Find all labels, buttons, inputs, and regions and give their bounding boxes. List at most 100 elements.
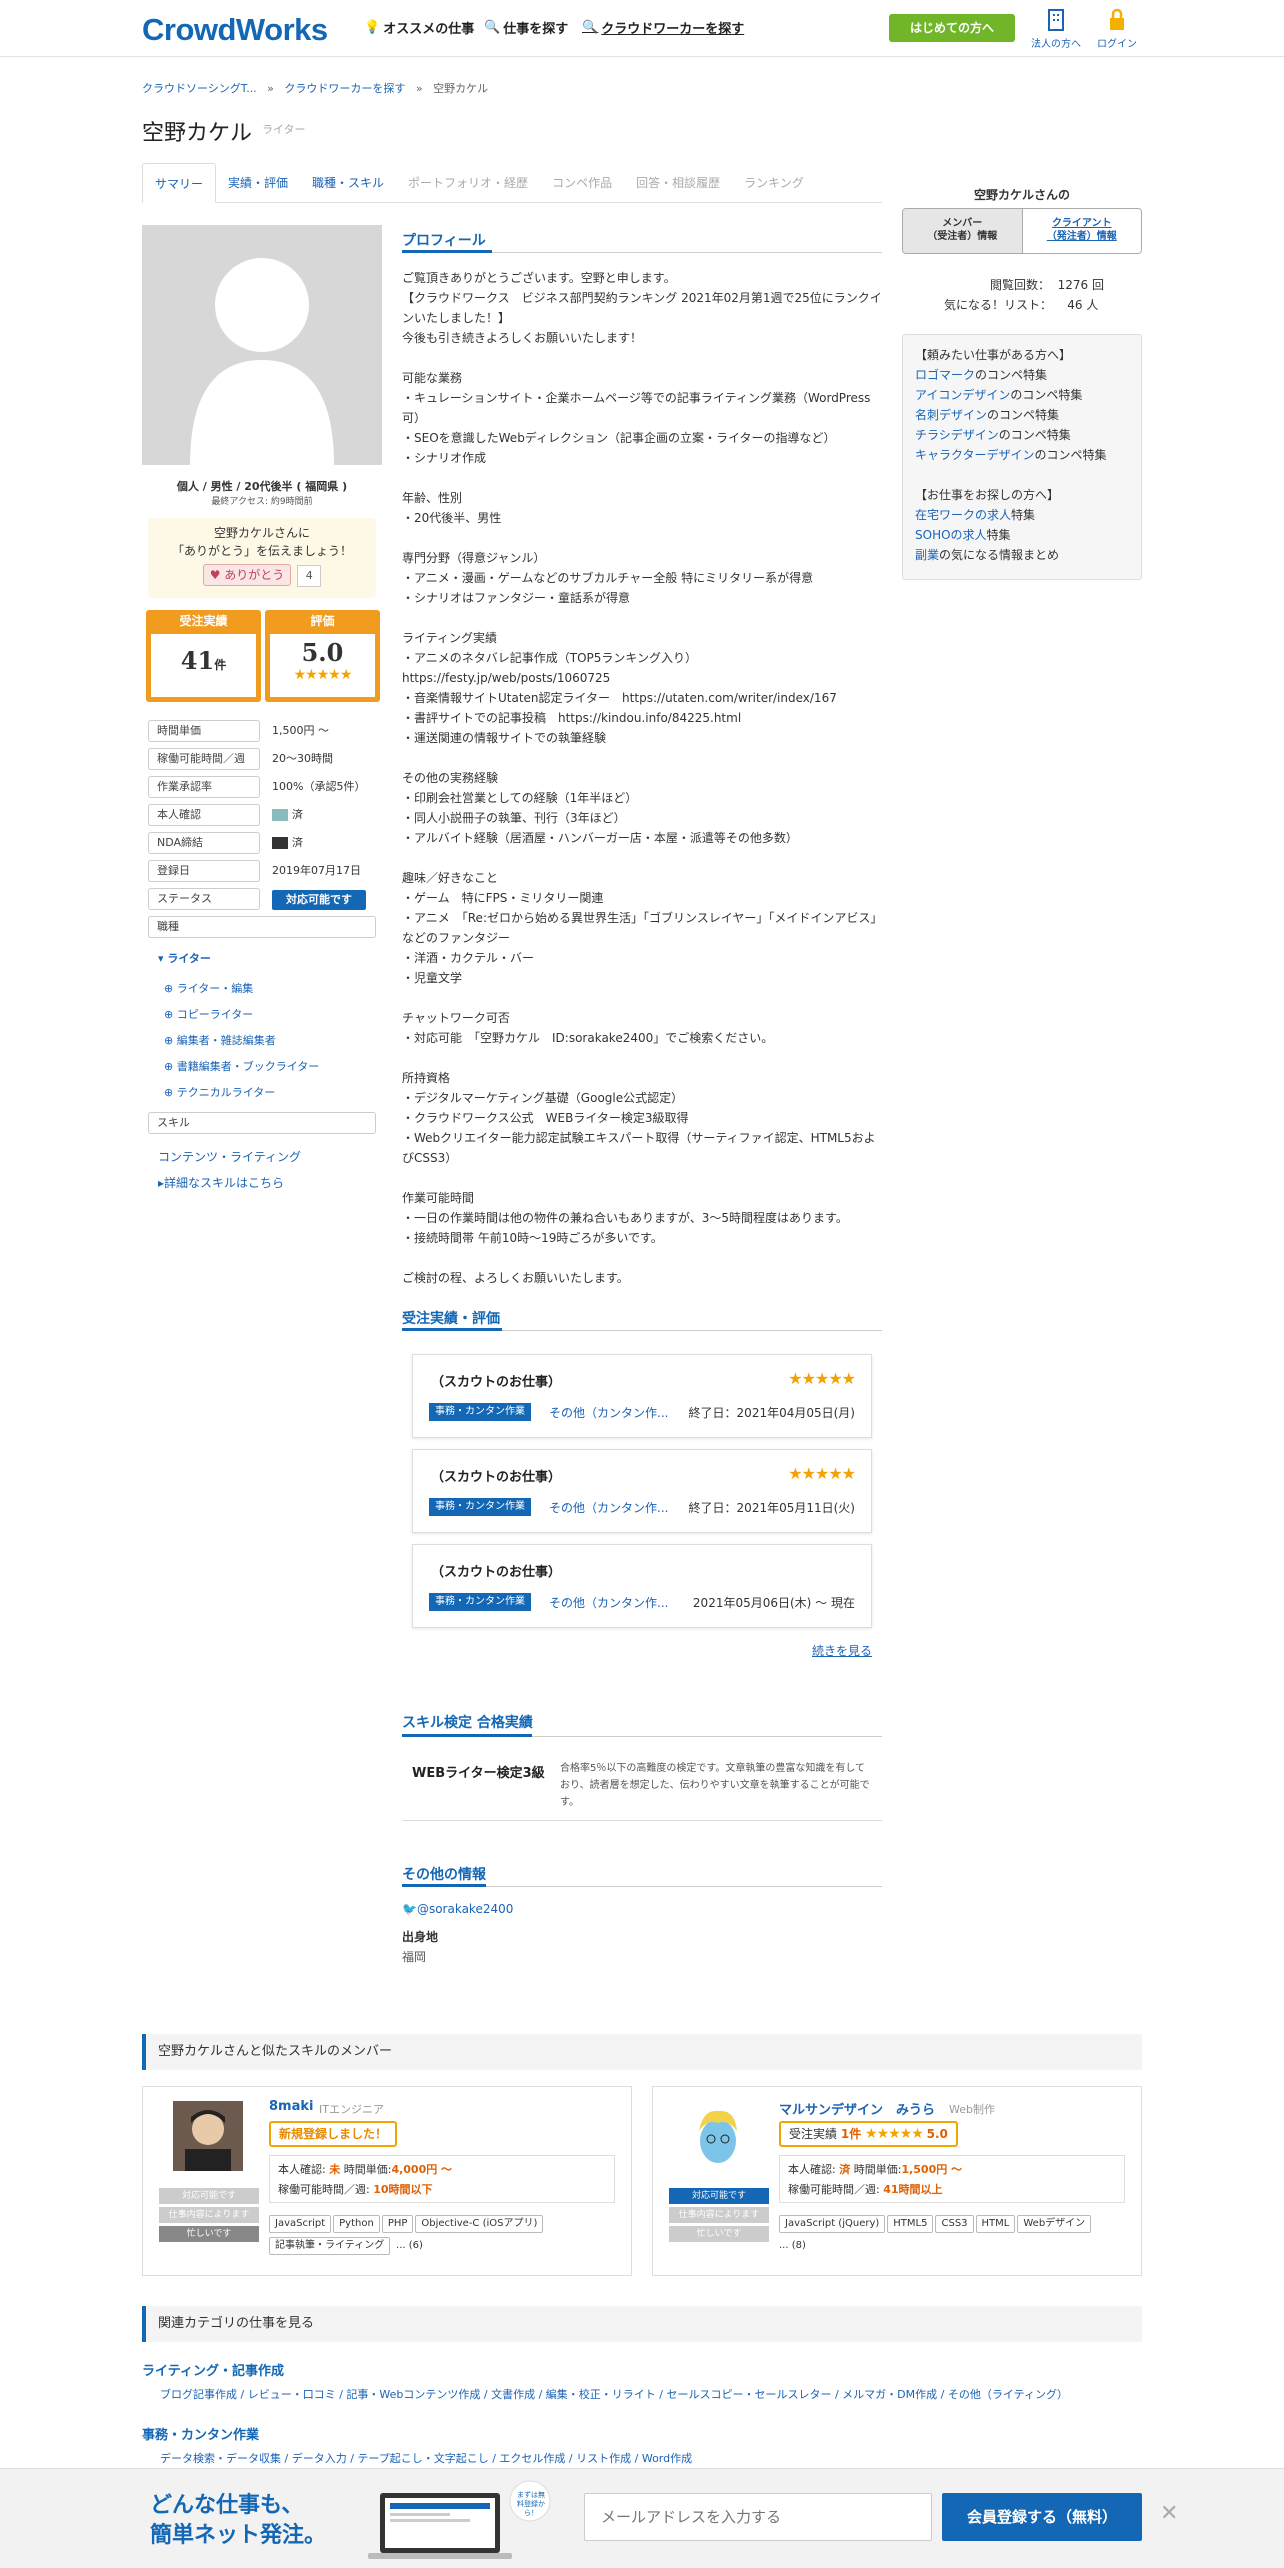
member-tags: JavaScript (jQuery) HTML5 CSS3 HTML Webデザイン.… [779,2215,1129,2251]
promo-soho[interactable]: SOHOの求人特集 [915,525,1129,545]
more-orders-link[interactable]: 続きを見る [812,1642,872,1659]
crowdworks-logo[interactable]: CrowdWorks [142,12,328,48]
rating-stat[interactable]: 評価 5.0 ★★★★★ [265,610,380,702]
job-book-editor[interactable]: ⊕ 書籍編集者・ブックライター [164,1058,319,1074]
order-category[interactable]: 事務・カンタン作業 [429,1498,531,1516]
order-card[interactable]: （スカウトのお仕事） 事務・カンタン作業 その他（カンタン作... 2021年0… [412,1544,872,1628]
member-avatar [683,2101,753,2171]
related-heading: 関連カテゴリの仕事を見る [142,2306,1142,2342]
corporate-link[interactable]: 法人の方へ [1028,8,1084,50]
tab-results[interactable]: 実績・評価 [216,163,300,203]
login-link[interactable]: ログイン [1092,8,1142,50]
category-admin[interactable]: 事務・カンタン作業 [142,2424,259,2443]
page-subtitle: ライター [262,123,306,136]
member-card[interactable]: 対応可能です 仕事内容によります 忙しいです マルサンデザイン みうら Web制… [652,2086,1142,2276]
nav-find-jobs[interactable]: 🔍 仕事を探す [484,18,568,37]
category-writing-links[interactable]: ブログ記事作成 / レビュー・口コミ / 記事・Webコンテンツ作成 / 文書作… [160,2386,1140,2404]
lock-icon [1110,8,1124,30]
member-tags: JavaScript Python PHP Objective-C (iOSアプリ) 記… [269,2215,619,2259]
promo-flyer[interactable]: チラシデザインのコンペ特集 [915,425,1129,445]
nav-recommended[interactable]: 💡 オススメの仕事 [364,18,474,37]
skilltest-heading: スキル検定 合格実績 [402,1715,533,1731]
twitter-link[interactable]: 🐦@sorakake2400 [402,1902,513,1916]
tab-competition[interactable]: コンペ作品 [540,163,624,203]
promo-home-work[interactable]: 在宅ワークの求人特集 [915,505,1129,525]
signup-catchcopy: どんな仕事も、 簡単ネット発注。 [150,2493,327,2548]
skilltest-desc: 合格率5％以下の高難度の検定です。文章執筆の豊富な知識を有しており、読者層を想定… [560,1763,870,1808]
promo-card[interactable]: 名刺デザインのコンペ特集 [915,405,1129,425]
category-admin-links[interactable]: データ検索・データ収集 / データ入力 / テープ起こし・文字起こし / エクセ… [160,2450,1140,2468]
status-busy: 忙しいです [159,2226,259,2242]
promo-side-job[interactable]: 副業の気になる情報まとめ [915,545,1129,565]
promo-links: 【頼みたい仕事がある方へ】 ロゴマークのコンペ特集 アイコンデザインのコンペ特集… [902,334,1142,580]
orders-stat[interactable]: 受注実績 41件 [146,610,261,702]
orders-badge: 受注実績 1件 ★★★★★ 5.0 [779,2121,958,2147]
breadcrumb-home[interactable]: クラウドソーシングT... [142,82,257,95]
job-main-writer[interactable]: ▾ ライター [158,950,211,966]
profile-tabs: サマリー 実績・評価 職種・スキル ポートフォリオ・経歴 コンペ作品 回答・相談… [142,163,882,203]
search-icon: 🔍 [582,20,599,35]
order-subcategory[interactable]: その他（カンタン作... [549,1499,668,1516]
lightbulb-icon: 💡 [364,20,381,35]
building-icon [1048,9,1064,31]
rating-value: 5.0 [301,638,344,667]
view-count: 閲覧回数： 1276 回 [990,278,1105,292]
skill-detail-link[interactable]: ▸詳細なスキルはこちら [158,1174,284,1191]
order-subcategory[interactable]: その他（カンタン作... [549,1594,668,1611]
signup-button[interactable]: 会員登録する（無料） [942,2493,1142,2541]
info-hourly-rate: 時間単価 1,500円 〜 [148,720,376,744]
rating-stars: ★★★★★ [293,667,353,683]
page-title: 空野カケル [142,121,253,146]
job-writer-editor[interactable]: ⊕ ライター・編集 [164,980,253,996]
promo-logo[interactable]: ロゴマークのコンペ特集 [915,365,1129,385]
orders-count: 41 [180,646,215,675]
heart-icon: ♥ [209,568,221,582]
job-category-box: 職種 [148,916,376,938]
client-info-tab[interactable]: クライアント （発注者）情報 [1021,209,1141,253]
job-copywriter[interactable]: ⊕ コピーライター [164,1006,253,1022]
promo-character[interactable]: キャラクターデザインのコンペ特集 [915,445,1129,465]
profile-text: ご覧頂きありがとうございます。空野と申します。 【クラウドワークス ビジネス部門… [402,271,883,1285]
member-info-tab[interactable]: メンバー （受注者）情報 [903,209,1022,253]
info-approval-rate: 作業承認率 100%（承認5件） [148,776,376,800]
origin-label: 出身地 [402,1930,439,1944]
info-registered: 登録日 2019年07月17日 [148,860,376,884]
job-magazine-editor[interactable]: ⊕ 編集者・雑誌編集者 [164,1032,276,1048]
breadcrumb-find-workers[interactable]: クラウドワーカーを探す [284,82,405,95]
info-status: ステータス 対応可能です [148,888,376,912]
order-card[interactable]: （スカウトのお仕事） ★★★★★ 事務・カンタン作業 その他（カンタン作... … [412,1354,872,1438]
status-depends: 仕事内容によります [159,2207,259,2223]
search-icon: 🔍 [484,20,501,35]
member-card[interactable]: 対応可能です 仕事内容によります 忙しいです 8maki ITエンジニア 新規登… [142,2086,632,2276]
member-name[interactable]: 8maki [269,2099,313,2114]
tab-skills[interactable]: 職種・スキル [300,163,396,203]
close-icon[interactable]: ✕ [1160,2501,1178,2526]
tab-ranking[interactable]: ランキング [732,163,816,203]
new-member-badge: 新規登録しました！ [269,2121,398,2147]
skill-link-contents[interactable]: コンテンツ・ライティング [158,1148,301,1165]
order-card[interactable]: （スカウトのお仕事） ★★★★★ 事務・カンタン作業 その他（カンタン作... … [412,1449,872,1533]
origin-value: 福岡 [402,1950,427,1964]
promo-icon[interactable]: アイコンデザインのコンペ特集 [915,385,1129,405]
right-title: 空野カケルさんの [973,188,1070,202]
thanks-button[interactable]: ♥ ありがとう [202,564,292,586]
nav-find-workers[interactable]: 🔍 クラウドワーカーを探す [582,18,744,37]
info-nda: NDA締結済 [148,832,376,856]
category-writing[interactable]: ライティング・記事作成 [142,2360,284,2379]
order-date: 終了日：2021年05月11日(火) [688,1501,855,1515]
member-role: Web制作 [949,2103,995,2116]
tab-answers[interactable]: 回答・相談履歴 [624,163,732,203]
tab-portfolio[interactable]: ポートフォリオ・経歴 [396,163,540,203]
avatar [142,225,382,465]
job-technical-writer[interactable]: ⊕ テクニカルライター [164,1084,275,1100]
thanks-box: 空野カケルさんに 「ありがとう」を伝えましょう！ ♥ ありがとう 4 [148,518,376,598]
nda-icon [272,837,288,849]
order-category[interactable]: 事務・カンタン作業 [429,1403,531,1421]
email-input[interactable] [584,2493,932,2541]
order-subcategory[interactable]: その他（カンタン作... [549,1404,668,1421]
member-name[interactable]: マルサンデザイン みうら [779,2099,935,2118]
tab-summary[interactable]: サマリー [142,163,217,203]
first-time-button[interactable]: はじめての方へ [889,14,1015,42]
info-identity: 本人確認済 [148,804,376,828]
order-category[interactable]: 事務・カンタン作業 [429,1593,531,1611]
